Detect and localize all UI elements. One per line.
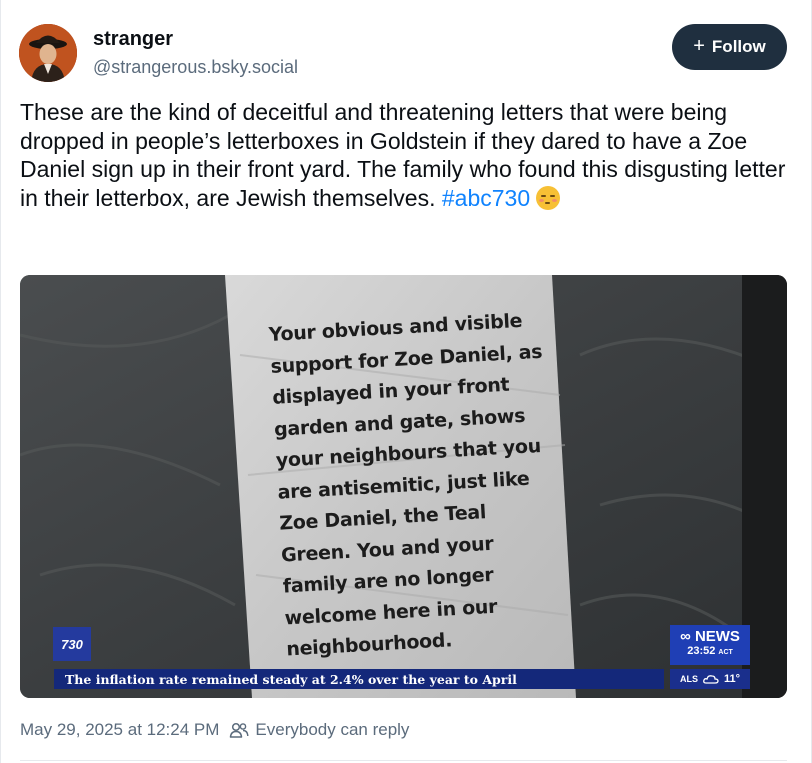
avatar-image [19, 24, 77, 82]
embedded-image[interactable]: Your obvious and visible support for Zoe… [20, 275, 787, 698]
weather-location: ALS [679, 674, 698, 684]
hashtag-link[interactable]: #abc730 [442, 185, 530, 211]
weather-strip: ALS 11° [670, 669, 750, 689]
divider [20, 760, 787, 761]
people-icon [230, 722, 249, 738]
pensive-face-emoji-icon [536, 185, 561, 210]
news-ticker: The inflation rate remained steady at 2.… [54, 669, 664, 689]
news-brand: ∞ NEWS [680, 628, 740, 645]
news-time: 23:52 ACT [687, 645, 733, 657]
avatar[interactable] [19, 24, 77, 82]
weather-temp: 11° [723, 673, 741, 685]
plus-icon: + [693, 35, 705, 57]
author-display-name[interactable]: stranger [93, 28, 173, 51]
program-badge: 730 [53, 627, 91, 661]
post-card: stranger @strangerous.bsky.social + Foll… [0, 0, 812, 763]
follow-button[interactable]: + Follow [672, 24, 787, 70]
post-text: These are the kind of deceitful and thre… [20, 98, 790, 212]
reply-setting[interactable]: Everybody can reply [255, 720, 409, 740]
post-body: These are the kind of deceitful and thre… [20, 99, 786, 211]
author-handle[interactable]: @strangerous.bsky.social [93, 57, 298, 78]
post-meta: May 29, 2025 at 12:24 PM Everybody can r… [20, 720, 409, 740]
follow-button-label: Follow [711, 37, 766, 56]
cloud-icon [703, 675, 719, 684]
letter-text: Your obvious and visible support for Zoe… [268, 309, 543, 661]
post-timestamp[interactable]: May 29, 2025 at 12:24 PM [20, 720, 219, 740]
abc-news-logo: ∞ NEWS 23:52 ACT [670, 625, 750, 665]
abc-logo-icon: ∞ [680, 628, 695, 645]
